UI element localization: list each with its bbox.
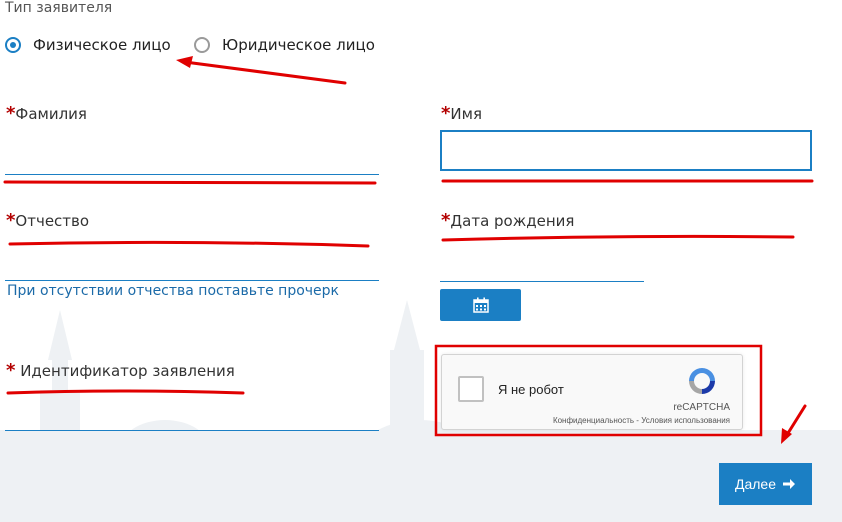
recaptcha-brand: reCAPTCHA [673, 402, 730, 413]
annotation-arrowhead [176, 56, 193, 68]
required-mark: * [441, 103, 451, 124]
applicant-type-label: Тип заявителя [5, 0, 113, 16]
surname-input[interactable] [5, 146, 379, 175]
name-label: *Имя [441, 103, 482, 124]
patronymic-hint: При отсутствии отчества поставьте прочер… [7, 283, 340, 299]
surname-label: *Фамилия [6, 103, 87, 124]
recaptcha-logo-icon [689, 368, 715, 394]
required-mark: * [441, 210, 451, 231]
birth-date-input[interactable] [440, 253, 644, 282]
next-button-label: Далее [734, 476, 776, 492]
surname-label-text: Фамилия [15, 105, 87, 123]
required-mark: * [6, 210, 16, 231]
required-mark: * [6, 360, 16, 381]
application-id-label-text: Идентификатор заявления [20, 362, 235, 380]
radio-legal-entity[interactable]: Юридическое лицо [194, 36, 375, 54]
calendar-icon [472, 297, 489, 313]
arrow-right-icon [783, 479, 795, 489]
application-id-label: * Идентификатор заявления [6, 360, 235, 381]
name-input[interactable] [440, 130, 812, 171]
annotation-underline-surname [3, 180, 377, 185]
radio-unselected-icon [194, 37, 210, 53]
annotation-underline-patronymic [8, 240, 370, 248]
application-id-input[interactable] [5, 402, 379, 431]
annotation-arrow-line [183, 60, 347, 85]
radio-legal-entity-label: Юридическое лицо [222, 36, 375, 54]
patronymic-label: *Отчество [6, 210, 89, 231]
recaptcha-widget: Я не робот reCAPTCHA Конфиденциальность … [441, 354, 743, 430]
recaptcha-links[interactable]: Конфиденциальность - Условия использован… [553, 416, 730, 425]
calendar-button[interactable] [440, 289, 521, 321]
patronymic-label-text: Отчество [15, 212, 90, 230]
birth-date-label-text: Дата рождения [450, 212, 575, 230]
name-label-text: Имя [450, 105, 482, 123]
annotation-underline-birth-date [441, 234, 795, 242]
required-mark: * [6, 103, 16, 124]
patronymic-input[interactable] [5, 252, 379, 281]
radio-individual[interactable]: Физическое лицо [5, 36, 171, 54]
recaptcha-label: Я не робот [498, 382, 564, 397]
radio-individual-label: Физическое лицо [33, 36, 171, 54]
radio-selected-icon [5, 37, 21, 53]
next-button[interactable]: Далее [719, 463, 812, 505]
birth-date-label: *Дата рождения [441, 210, 574, 231]
recaptcha-checkbox[interactable] [458, 376, 484, 402]
